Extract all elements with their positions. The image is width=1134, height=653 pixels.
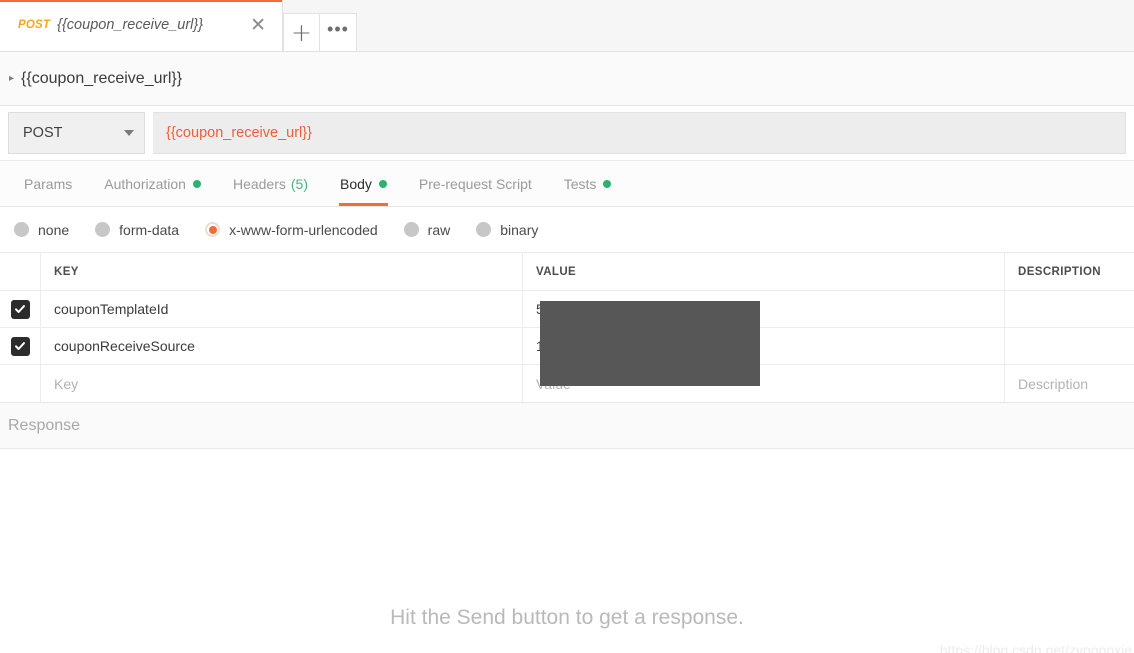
body-type-binary[interactable]: binary [476,222,538,238]
checkbox-checked-icon[interactable] [10,299,30,319]
tab-strip-spacer [357,0,1134,51]
table-header-row: KEY VALUE DESCRIPTION [0,253,1134,291]
row-checkbox-cell [0,328,41,364]
url-input[interactable]: {{coupon_receive_url}} [153,112,1126,154]
tab-method-label: POST [18,19,51,31]
tab-headers-label: Headers [232,175,286,192]
new-row-description-input[interactable]: Description [1005,365,1134,402]
radio-icon [476,222,492,237]
body-type-raw-label: raw [427,221,451,238]
body-type-raw[interactable]: raw [403,221,451,238]
postman-window: POST {{coupon_receive_url}} ✕ + ••• ▸ {{… [0,0,1134,653]
row-description-input[interactable] [1005,291,1134,327]
header-key: KEY [41,253,523,290]
row-key-input[interactable]: couponTemplateId [41,291,523,327]
response-body: Hit the Send button to get a response. h… [0,449,1134,653]
watermark-text: https://blog.csdn.net/zyooooxie [939,642,1132,653]
close-icon[interactable]: ✕ [244,15,272,35]
radio-icon [14,222,29,237]
body-type-urlencoded[interactable]: x-www-form-urlencoded [205,222,378,238]
body-type-form-data[interactable]: form-data [95,222,179,238]
tab-body[interactable]: Body [324,161,403,206]
new-tab-button[interactable]: + [283,13,320,51]
tab-pre-request-script[interactable]: Pre-request Script [403,161,548,206]
checkbox-checked-icon[interactable] [10,336,30,356]
body-type-urlencoded-label: x-www-form-urlencoded [229,221,378,238]
redaction-overlay [540,301,760,386]
radio-icon [95,222,111,237]
tab-tests-label: Tests [563,175,597,192]
body-type-binary-label: binary [500,221,539,238]
new-row-key-input[interactable]: Key [41,365,523,402]
response-header: Response [0,403,1134,449]
body-type-none[interactable]: none [14,222,69,238]
tab-tests[interactable]: Tests [548,161,628,206]
body-type-none-label: none [38,221,70,238]
tab-authorization-label: Authorization [104,175,186,192]
body-type-options: none form-data x-www-form-urlencoded raw… [0,207,1134,253]
header-checkbox-cell [0,253,41,290]
header-value: VALUE [523,253,1005,290]
request-tab[interactable]: POST {{coupon_receive_url}} ✕ [0,0,283,51]
chevron-down-icon [124,130,134,136]
radio-icon [403,222,419,237]
radio-selected-icon [205,222,221,237]
status-dot-icon [603,179,612,188]
url-bar: POST {{coupon_receive_url}} [0,106,1134,161]
tab-title-label: {{coupon_receive_url}} [57,17,204,33]
tab-body-label: Body [340,175,372,192]
breadcrumb-label: {{coupon_receive_url}} [21,69,183,87]
http-method-dropdown[interactable]: POST [8,112,145,154]
tab-pre-request-script-label: Pre-request Script [418,175,532,192]
tab-params[interactable]: Params [8,161,88,206]
row-key-input[interactable]: couponReceiveSource [41,328,523,364]
chevron-right-icon[interactable]: ▸ [9,73,14,84]
row-checkbox-cell [0,291,41,327]
row-checkbox-cell [0,365,41,402]
status-dot-icon [378,179,387,188]
header-description: DESCRIPTION [1018,265,1101,278]
status-dot-icon [192,179,201,188]
breadcrumb[interactable]: ▸ {{coupon_receive_url}} [0,52,1134,106]
request-tabs: Params Authorization Headers (5) Body Pr… [0,161,1134,207]
tab-strip: POST {{coupon_receive_url}} ✕ + ••• [0,0,1134,52]
body-type-form-data-label: form-data [119,221,180,238]
row-description-input[interactable] [1005,328,1134,364]
tab-authorization[interactable]: Authorization [88,161,217,206]
response-title: Response [8,416,81,434]
tab-headers[interactable]: Headers (5) [217,161,324,206]
response-empty-message: Hit the Send button to get a response. [390,605,744,629]
tab-params-label: Params [24,175,73,192]
tab-options-button[interactable]: ••• [320,13,357,51]
http-method-label: POST [23,125,63,141]
tab-headers-count: (5) [290,175,308,192]
